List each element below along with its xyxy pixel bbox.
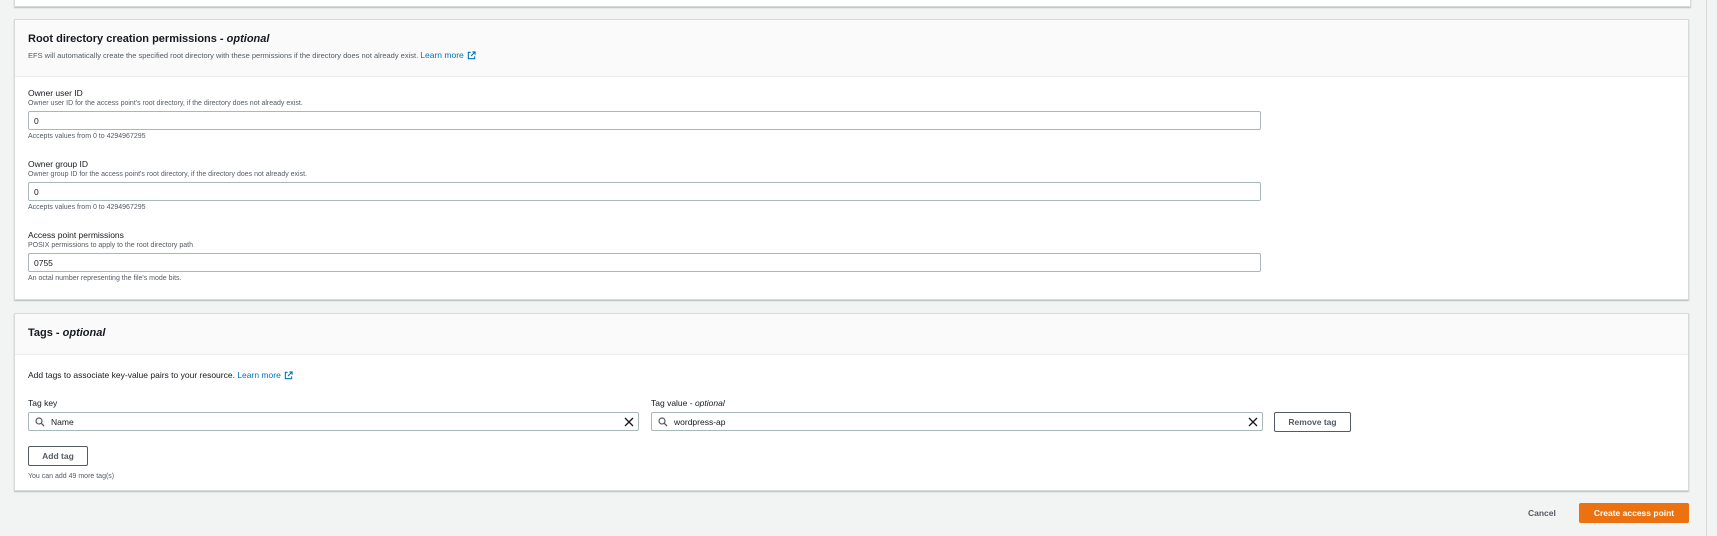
owner-group-id-description: Owner group ID for the access point's ro…	[28, 171, 308, 178]
root-directory-panel-header: Root directory creation permissions - op…	[15, 20, 1688, 77]
clear-icon[interactable]	[1248, 417, 1258, 427]
owner-user-id-label: Owner user ID	[28, 88, 83, 98]
search-icon	[658, 416, 668, 426]
cancel-button[interactable]: Cancel	[1528, 508, 1556, 518]
owner-user-id-input[interactable]	[28, 111, 1261, 130]
access-point-permissions-description: POSIX permissions to apply to the root d…	[28, 242, 193, 249]
external-link-icon	[467, 50, 476, 59]
external-link-icon	[284, 370, 293, 379]
tags-learn-more-link[interactable]: Learn more	[237, 370, 293, 380]
root-directory-description: EFS will automatically create the specif…	[28, 50, 1675, 61]
previous-panel-bottom	[14, 0, 1691, 7]
tag-key-label: Tag key	[28, 398, 58, 408]
remove-tag-button[interactable]: Remove tag	[1274, 412, 1351, 432]
tag-value-input[interactable]	[674, 413, 1248, 430]
access-point-permissions-label: Access point permissions	[28, 230, 124, 240]
access-point-permissions-hint: An octal number representing the file's …	[28, 275, 182, 282]
add-tag-button[interactable]: Add tag	[28, 446, 88, 466]
scrollbar-track	[1706, 0, 1707, 536]
tags-panel: Tags - optional Add tags to associate ke…	[14, 313, 1689, 491]
tags-panel-header: Tags - optional	[15, 314, 1688, 355]
tag-key-input[interactable]	[51, 413, 624, 430]
access-point-permissions-field: Access point permissions POSIX permissio…	[28, 230, 1261, 284]
owner-group-id-field: Owner group ID Owner group ID for the ac…	[28, 159, 1261, 213]
owner-user-id-description: Owner user ID for the access point's roo…	[28, 100, 303, 107]
page-scrollbar[interactable]	[1700, 0, 1717, 536]
owner-user-id-hint: Accepts values from 0 to 4294967295	[28, 133, 146, 140]
owner-user-id-field: Owner user ID Owner user ID for the acce…	[28, 88, 1261, 142]
owner-group-id-label: Owner group ID	[28, 159, 88, 169]
search-icon	[35, 416, 45, 426]
root-directory-panel: Root directory creation permissions - op…	[14, 19, 1689, 300]
tag-value-input-wrapper	[651, 412, 1263, 431]
tag-key-input-wrapper	[28, 412, 639, 431]
create-access-point-button[interactable]: Create access point	[1579, 503, 1689, 523]
access-point-permissions-input[interactable]	[28, 253, 1261, 272]
tags-remaining-hint: You can add 49 more tag(s)	[28, 473, 115, 480]
root-directory-learn-more-link[interactable]: Learn more	[420, 50, 476, 60]
tags-description: Add tags to associate key-value pairs to…	[28, 370, 293, 380]
clear-icon[interactable]	[624, 417, 634, 427]
tags-title: Tags - optional	[28, 327, 106, 339]
tag-value-label: Tag value - optional	[651, 398, 725, 408]
owner-group-id-input[interactable]	[28, 182, 1261, 201]
owner-group-id-hint: Accepts values from 0 to 4294967295	[28, 204, 146, 211]
root-directory-title: Root directory creation permissions - op…	[28, 33, 270, 45]
